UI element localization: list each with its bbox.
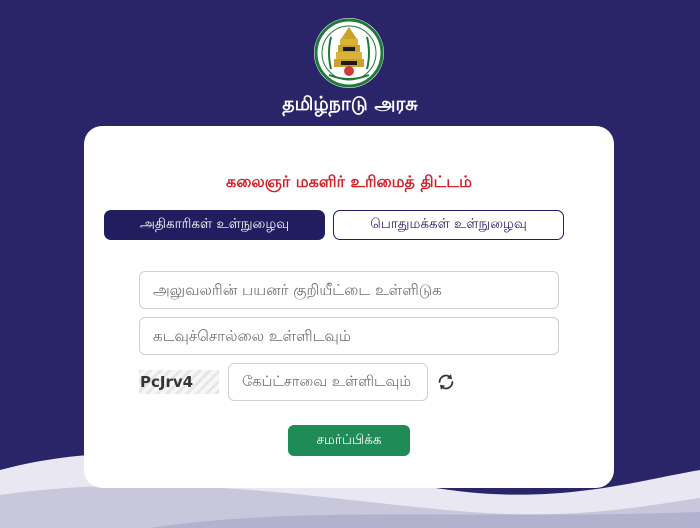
captcha-image: PcJrv4 [139,370,219,394]
scheme-title: கலைஞர் மகளிர் உரிமைத் திட்டம் [226,172,472,191]
login-card: கலைஞர் மகளிர் உரிமைத் திட்டம் அதிகாரிகள்… [84,126,614,488]
submit-button[interactable]: சமர்ப்பிக்க [288,425,410,456]
captcha-input[interactable] [228,363,428,401]
captcha-code: PcJrv4 [140,373,194,391]
government-title: தமிழ்நாடு அரசு [282,93,418,115]
tab-public-login[interactable]: பொதுமக்கள் உள்நுழைவு [333,210,564,240]
username-input[interactable] [139,271,559,309]
tab-officials-login[interactable]: அதிகாரிகள் உள்நுழைவு [104,210,325,240]
tamil-nadu-emblem-icon [313,17,385,89]
password-input[interactable] [139,317,559,355]
refresh-icon[interactable] [435,371,457,393]
